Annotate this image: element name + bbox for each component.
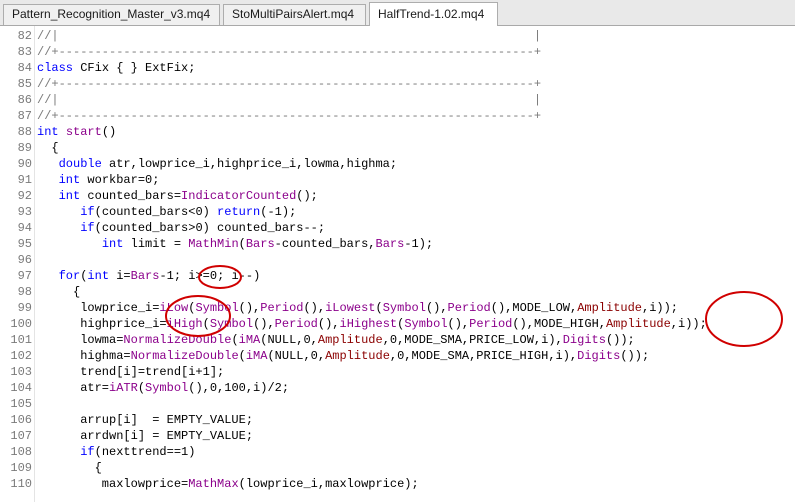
code-line[interactable]: 102 highma=NormalizeDouble(iMA(NULL,0,Am…: [0, 348, 795, 364]
code-line[interactable]: 100 highprice_i=iHigh(Symbol(),Period(),…: [0, 316, 795, 332]
code-editor[interactable]: 82 //| | 83 //+----------------------------…: [0, 26, 795, 502]
code-text: arrup[i] = EMPTY_VALUE;: [37, 413, 254, 427]
code-line[interactable]: 103 trend[i]=trend[i+1];: [0, 364, 795, 380]
code-text: arrdwn[i] = EMPTY_VALUE;: [37, 429, 254, 443]
line-number: 85: [17, 77, 32, 91]
line-number: 109: [10, 461, 32, 475]
editor-tab-bar: Pattern_Recognition_Master_v3.mq4 StoMul…: [0, 0, 795, 26]
line-number: 86: [17, 93, 32, 107]
code-line[interactable]: 88 int start(): [0, 124, 795, 140]
code-text: if(nexttrend==1): [80, 445, 196, 459]
code-line[interactable]: 84 class CFix { } ExtFix;: [0, 60, 795, 76]
line-number: 84: [17, 61, 32, 75]
line-number: 108: [10, 445, 32, 459]
line-number: 83: [17, 45, 32, 59]
tab-pattern-recognition-master[interactable]: Pattern_Recognition_Master_v3.mq4: [3, 4, 220, 25]
line-number: 89: [17, 141, 32, 155]
code-text: //+-------------------------------------…: [37, 77, 542, 91]
code-text: //+-------------------------------------…: [37, 45, 542, 59]
code-line[interactable]: 109 {: [0, 460, 795, 476]
line-number: 95: [17, 237, 32, 251]
code-line[interactable]: 105: [0, 396, 795, 412]
code-text: {: [37, 285, 81, 299]
code-text: atr=iATR(Symbol(),0,100,i)/2;: [37, 381, 290, 395]
code-text: int start(): [37, 125, 117, 139]
line-number: 110: [10, 477, 32, 491]
tab-stomultipairsalert[interactable]: StoMultiPairsAlert.mq4: [223, 4, 366, 25]
code-text: //| |: [37, 93, 542, 107]
line-number: 90: [17, 157, 32, 171]
line-number: 92: [17, 189, 32, 203]
line-number: 88: [17, 125, 32, 139]
line-number: 103: [10, 365, 32, 379]
code-text: int workbar=0;: [58, 173, 160, 187]
code-line[interactable]: 104 atr=iATR(Symbol(),0,100,i)/2;: [0, 380, 795, 396]
code-text: double atr,lowprice_i,highprice_i,lowma,…: [58, 157, 398, 171]
line-number: 99: [17, 301, 32, 315]
line-number: 105: [10, 397, 32, 411]
line-number: 106: [10, 413, 32, 427]
code-line[interactable]: 98 {: [0, 284, 795, 300]
code-text: {: [37, 461, 102, 475]
code-line[interactable]: 99 lowprice_i=iLow(Symbol(),Period(),iLo…: [0, 300, 795, 316]
code-text: lowma=NormalizeDouble(iMA(NULL,0,Amplitu…: [37, 333, 635, 347]
line-number: 100: [10, 317, 32, 331]
code-line[interactable]: 110 maxlowprice=MathMax(lowprice_i,maxlo…: [0, 476, 795, 492]
code-line[interactable]: 87 //+-----------------------------------…: [0, 108, 795, 124]
code-line[interactable]: 90 double atr,lowprice_i,highprice_i,low…: [0, 156, 795, 172]
code-text: maxlowprice=MathMax(lowprice_i,maxlowpri…: [37, 477, 419, 491]
line-number: 104: [10, 381, 32, 395]
code-line[interactable]: 101 lowma=NormalizeDouble(iMA(NULL,0,Amp…: [0, 332, 795, 348]
code-text: class CFix { } ExtFix;: [37, 61, 196, 75]
line-number: 98: [17, 285, 32, 299]
code-line[interactable]: 92 int counted_bars=IndicatorCounted();: [0, 188, 795, 204]
code-text: if(counted_bars>0) counted_bars--;: [80, 221, 326, 235]
code-line[interactable]: 96: [0, 252, 795, 268]
tab-halftrend[interactable]: HalfTrend-1.02.mq4: [369, 2, 498, 26]
code-line[interactable]: 97 for(int i=Bars-1; i>=0; i--): [0, 268, 795, 284]
code-line[interactable]: 94 if(counted_bars>0) counted_bars--;: [0, 220, 795, 236]
line-number: 87: [17, 109, 32, 123]
line-number: 107: [10, 429, 32, 443]
line-number: 94: [17, 221, 32, 235]
code-text: //| |: [37, 29, 542, 43]
code-text: {: [37, 141, 59, 155]
line-number: 82: [17, 29, 32, 43]
code-line[interactable]: 106 arrup[i] = EMPTY_VALUE;: [0, 412, 795, 428]
code-line[interactable]: 89 {: [0, 140, 795, 156]
code-text: int limit = MathMin(Bars-counted_bars,Ba…: [101, 237, 434, 251]
code-text: for(int i=Bars-1; i>=0; i--): [58, 269, 261, 283]
code-text: highma=NormalizeDouble(iMA(NULL,0,Amplit…: [37, 349, 650, 363]
code-line[interactable]: 91 int workbar=0;: [0, 172, 795, 188]
code-line[interactable]: 95 int limit = MathMin(Bars-counted_bars…: [0, 236, 795, 252]
code-line[interactable]: 107 arrdwn[i] = EMPTY_VALUE;: [0, 428, 795, 444]
line-number: 96: [17, 253, 32, 267]
code-text: lowprice_i=iLow(Symbol(),Period(),iLowes…: [37, 301, 679, 315]
code-line[interactable]: 83 //+-----------------------------------…: [0, 44, 795, 60]
line-number: 93: [17, 205, 32, 219]
line-number: 102: [10, 349, 32, 363]
code-line[interactable]: 86 //| |: [0, 92, 795, 108]
gutter-separator: [34, 26, 35, 502]
line-number: 91: [17, 173, 32, 187]
line-number: 97: [17, 269, 32, 283]
code-line[interactable]: 93 if(counted_bars<0) return(-1);: [0, 204, 795, 220]
code-line[interactable]: 85 //+-----------------------------------…: [0, 76, 795, 92]
code-text: trend[i]=trend[i+1];: [37, 365, 225, 379]
code-text: highprice_i=iHigh(Symbol(),Period(),iHig…: [37, 317, 707, 331]
line-number: 101: [10, 333, 32, 347]
code-text: if(counted_bars<0) return(-1);: [80, 205, 297, 219]
code-line[interactable]: 82 //| |: [0, 28, 795, 44]
code-line[interactable]: 108 if(nexttrend==1): [0, 444, 795, 460]
code-text: //+-------------------------------------…: [37, 109, 542, 123]
code-text: int counted_bars=IndicatorCounted();: [58, 189, 318, 203]
